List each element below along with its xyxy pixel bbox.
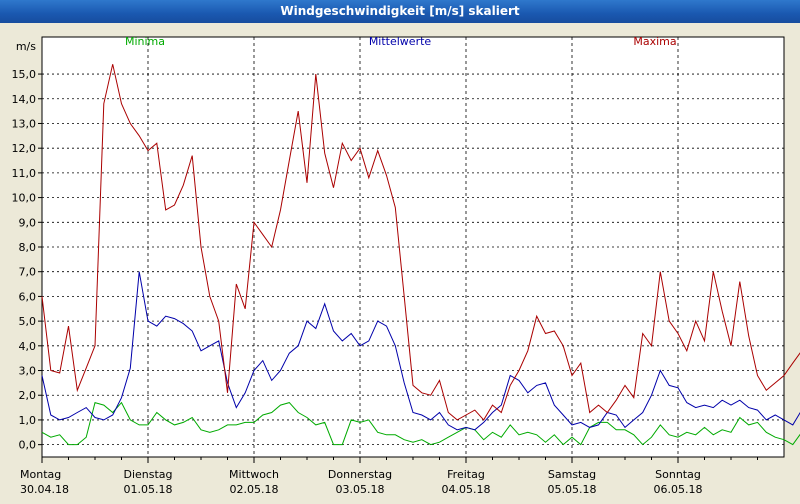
x-tick-label-date: 02.05.18 xyxy=(230,483,279,496)
x-tick-label-date: 04.05.18 xyxy=(442,483,491,496)
legend-mittelwerte: Mittelwerte xyxy=(369,35,432,48)
x-tick-label-weekday: Freitag xyxy=(447,468,485,481)
y-tick-label: 6,0 xyxy=(19,290,37,303)
window-title: Windgeschwindigkeit [m/s] skaliert xyxy=(0,0,800,23)
x-tick-label-date: 06.05.18 xyxy=(654,483,703,496)
y-tick-label: 4,0 xyxy=(19,340,37,353)
y-tick-label: 11,0 xyxy=(12,167,37,180)
y-tick-label: 3,0 xyxy=(19,365,37,378)
x-tick-label-weekday: Sonntag xyxy=(655,468,701,481)
x-tick-label-weekday: Dienstag xyxy=(123,468,172,481)
x-tick-label-weekday: Montag xyxy=(20,468,61,481)
wind-chart: 0,0 1,0 2,0 3,0 4,0 5,0 6,0 7,0 8,0 9,0 10,0 11,0 12… xyxy=(12,35,800,496)
y-tick-label: 7,0 xyxy=(19,266,37,279)
x-tick-label-weekday: Samstag xyxy=(548,468,596,481)
y-tick-label: 12,0 xyxy=(12,142,37,155)
y-tick-label: 14,0 xyxy=(12,93,37,106)
y-tick-label: 5,0 xyxy=(19,315,37,328)
y-tick-label: 10,0 xyxy=(12,192,37,205)
legend-maxima: Maxima xyxy=(633,35,676,48)
legend-minima: Minima xyxy=(125,35,165,48)
x-tick-label-date: 01.05.18 xyxy=(124,483,173,496)
x-tick-label-date: 03.05.18 xyxy=(336,483,385,496)
y-tick-label: 1,0 xyxy=(19,414,37,427)
y-tick-label: 8,0 xyxy=(19,241,37,254)
y-axis-label: m/s xyxy=(16,40,36,53)
x-tick-label-weekday: Donnerstag xyxy=(328,468,392,481)
chart-area: 0,0 1,0 2,0 3,0 4,0 5,0 6,0 7,0 8,0 9,0 10,0 11,0 12… xyxy=(0,23,800,500)
y-tick-label: 13,0 xyxy=(12,117,37,130)
y-tick-label: 9,0 xyxy=(19,216,37,229)
y-tick-label: 2,0 xyxy=(19,389,37,402)
y-tick-label: 15,0 xyxy=(12,68,37,81)
x-tick-label-date: 05.05.18 xyxy=(548,483,597,496)
x-tick-label-weekday: Mittwoch xyxy=(229,468,279,481)
y-tick-label: 0,0 xyxy=(19,439,37,452)
x-tick-label-date: 30.04.18 xyxy=(20,483,69,496)
